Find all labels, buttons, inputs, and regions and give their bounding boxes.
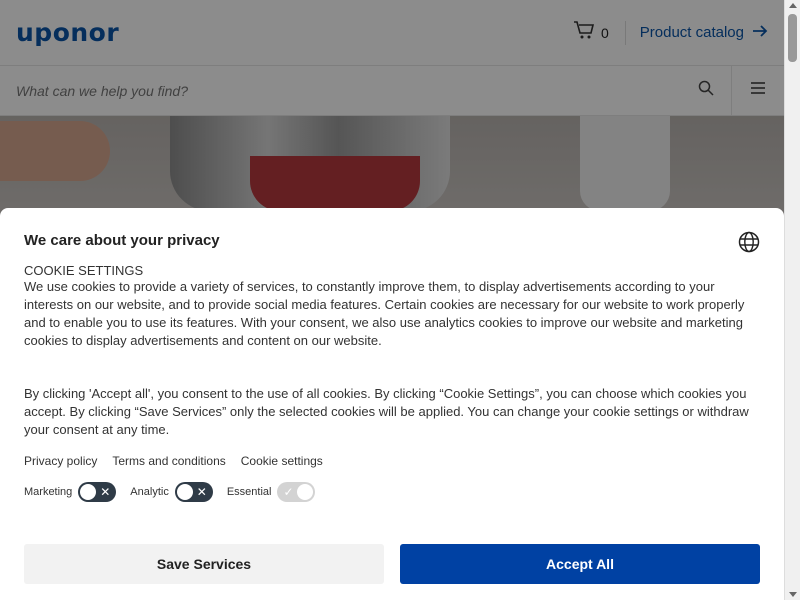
privacy-policy-link[interactable]: Privacy policy xyxy=(24,454,97,468)
toggle-group-essential: Essential ✓ xyxy=(227,482,316,502)
cookie-consent-dialog: We care about your privacy COOKIE SETTIN… xyxy=(0,208,784,600)
essential-toggle: ✓ xyxy=(277,482,316,502)
cookie-settings-link[interactable]: Cookie settings xyxy=(241,454,323,468)
accept-all-button[interactable]: Accept All xyxy=(400,544,760,584)
consent-title: We care about your privacy xyxy=(24,232,220,249)
consent-buttons: Save Services Accept All xyxy=(24,544,760,584)
toggle-knob xyxy=(80,484,97,500)
check-icon: ✓ xyxy=(283,485,294,499)
scroll-thumb[interactable] xyxy=(788,14,797,62)
save-services-button[interactable]: Save Services xyxy=(24,544,384,584)
scrollbar[interactable] xyxy=(784,0,800,600)
toggle-knob xyxy=(297,484,314,500)
globe-icon[interactable] xyxy=(738,231,760,253)
marketing-toggle[interactable]: ✕ xyxy=(78,482,117,502)
scroll-down-icon[interactable] xyxy=(789,592,797,597)
consent-links: Privacy policy Terms and conditions Cook… xyxy=(24,454,760,468)
scroll-up-icon[interactable] xyxy=(789,3,797,8)
toggle-group-marketing: Marketing ✕ xyxy=(24,482,117,502)
analytic-toggle-label: Analytic xyxy=(130,486,169,498)
close-icon: ✕ xyxy=(196,485,207,499)
analytic-toggle[interactable]: ✕ xyxy=(174,482,213,502)
toggle-group-analytic: Analytic ✕ xyxy=(130,482,213,502)
essential-toggle-label: Essential xyxy=(226,486,272,498)
marketing-toggle-label: Marketing xyxy=(24,486,73,498)
terms-link[interactable]: Terms and conditions xyxy=(112,454,225,468)
cookie-settings-heading: COOKIE SETTINGS xyxy=(24,263,144,278)
consent-toggles: Marketing ✕ Analytic ✕ Essential ✓ xyxy=(24,482,760,502)
toggle-knob xyxy=(176,484,193,500)
close-icon: ✕ xyxy=(100,485,111,499)
consent-paragraph-1: We use cookies to provide a variety of s… xyxy=(24,279,745,348)
consent-paragraph-2: By clicking 'Accept all', you consent to… xyxy=(24,386,749,437)
